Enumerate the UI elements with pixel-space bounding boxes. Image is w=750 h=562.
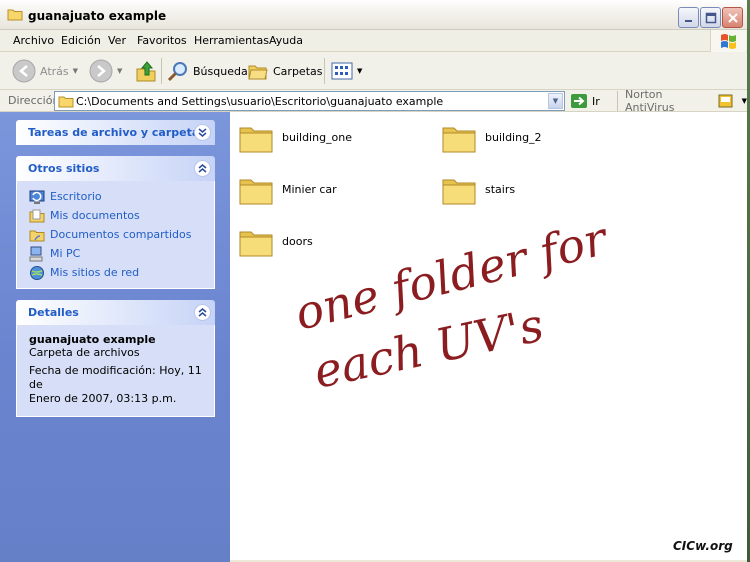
chevron-down-icon: ▼ [72,67,79,75]
address-path: C:\Documents and Settings\usuario\Escrit… [76,95,444,108]
place-network-link[interactable]: Mis sitios de red [29,263,214,282]
minimize-icon [685,20,692,22]
places-panel-header[interactable]: Otros sitios [16,156,215,181]
address-input[interactable]: C:\Documents and Settings\usuario\Escrit… [54,91,565,111]
shared-folder-icon [29,230,45,241]
toolbar-separator [324,58,325,84]
computer-icon [29,246,43,261]
chevron-down-double-icon [198,128,207,137]
handwritten-annotation: one folder for each UV's [290,210,615,398]
expand-button[interactable] [194,124,211,141]
go-arrow-icon [571,94,587,108]
collapse-button[interactable] [194,160,211,177]
windows-flag-icon [721,34,736,49]
windows-logo [710,30,746,52]
folder-icon [7,9,23,21]
places-panel: Otros sitios Escritorio Mis documentos D… [16,156,215,289]
details-item-name: guanajuato example [29,333,156,346]
menu-bar: Archivo Edición Ver Favoritos Herramient… [0,30,747,52]
close-icon [728,13,738,23]
place-my-computer-link[interactable]: Mi PC [29,244,214,263]
place-desktop-link[interactable]: Escritorio [29,187,214,206]
window-title: guanajuato example [28,9,167,23]
details-modified-line-1: Fecha de modificación: Hoy, 11 de [29,364,202,391]
folders-button[interactable]: Carpetas [247,52,322,90]
menu-archivo[interactable]: Archivo [13,34,54,47]
go-button[interactable]: Ir [570,91,600,111]
place-documents-link[interactable]: Mis documentos [29,206,214,225]
title-bar[interactable]: guanajuato example [0,0,747,30]
close-button[interactable] [722,7,743,28]
menu-edicion[interactable]: Edición [61,34,101,47]
tasks-panel: Tareas de archivo y carpeta [16,120,215,145]
address-dropdown-button[interactable]: ▼ [548,93,563,109]
watermark: CICw.org [673,539,733,553]
chevron-up-double-icon [198,164,207,173]
menu-herramientas[interactable]: Herramientas [194,34,269,47]
maximize-icon [705,12,717,24]
file-list-area[interactable]: building_one building_2 Minier car stair… [230,112,747,560]
address-bar: Dirección C:\Documents and Settings\usua… [0,88,747,114]
place-shared-documents-link[interactable]: Documentos compartidos [29,225,214,244]
details-modified-line-2: Enero de 2007, 03:13 p.m. [29,392,177,405]
details-panel-header[interactable]: Detalles [16,300,215,325]
toolbar-separator [161,58,162,84]
task-pane: Tareas de archivo y carpeta Otros sitios [0,112,230,562]
chevron-down-icon: ▼ [117,67,123,75]
documents-folder-icon [29,209,45,222]
collapse-button[interactable] [194,304,211,321]
chevron-down-icon: ▼ [741,97,747,105]
details-body: guanajuato example Carpeta de archivos F… [16,325,215,417]
places-list: Escritorio Mis documentos Documentos com… [16,181,215,289]
menu-ver[interactable]: Ver [108,34,126,47]
norton-antivirus-toolbar[interactable]: Norton AntiVirus ▼ [617,88,747,114]
menu-favoritos[interactable]: Favoritos [137,34,187,47]
up-folder-button[interactable] [135,52,157,90]
back-arrow-icon [12,59,36,83]
explorer-window: guanajuato example Archivo Edición Ver F… [0,0,747,562]
up-folder-icon [136,61,156,82]
details-panel: Detalles guanajuato example Carpeta de a… [16,300,215,417]
minimize-button[interactable] [678,7,699,28]
search-button[interactable]: Búsqueda [167,52,248,90]
norton-icon [718,94,733,108]
views-icon [331,62,353,80]
chevron-down-icon: ▼ [357,67,363,75]
address-label: Dirección [8,94,60,107]
desktop-icon [29,190,45,204]
views-button[interactable]: ▼ [331,52,362,90]
folder-icon [58,96,74,108]
toolbar: Atrás ▼ ▼ Búsqueda Carpetas ▼ [0,52,747,90]
folders-icon [248,65,268,80]
tasks-panel-header[interactable]: Tareas de archivo y carpeta [16,120,215,145]
maximize-button[interactable] [700,7,721,28]
forward-arrow-icon [89,59,113,83]
forward-button[interactable]: ▼ [89,52,122,90]
network-icon [30,265,44,280]
menu-ayuda[interactable]: Ayuda [269,34,303,47]
search-icon [167,62,187,82]
details-item-type: Carpeta de archivos [29,346,140,359]
chevron-up-double-icon [198,308,207,317]
back-button[interactable]: Atrás ▼ [12,52,78,90]
